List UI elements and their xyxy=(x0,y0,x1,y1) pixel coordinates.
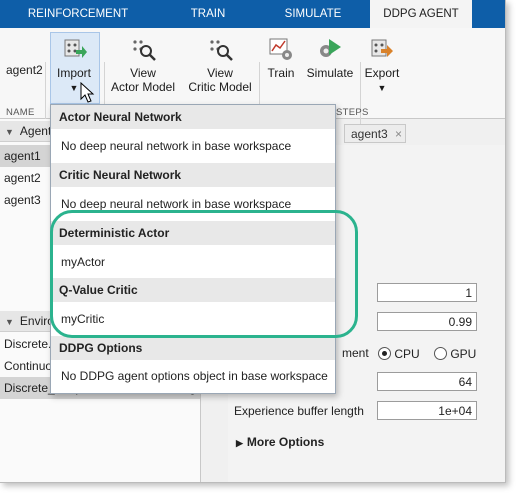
settings-field[interactable]: 1 xyxy=(377,283,477,302)
train-icon xyxy=(269,38,292,60)
train-label: Train xyxy=(267,66,295,80)
collapse-icon[interactable]: ▼ xyxy=(5,127,14,137)
cpu-radio[interactable]: CPU xyxy=(378,345,420,361)
radio-unselected-icon xyxy=(434,347,447,360)
menu-item[interactable]: No DDPG agent options object in base wor… xyxy=(51,360,335,392)
view-critic-model-button[interactable]: View Critic Model xyxy=(184,36,256,94)
menu-item[interactable]: No deep neural network in base workspace xyxy=(51,130,335,162)
compute-device-label: ment xyxy=(342,346,369,360)
gpu-radio[interactable]: GPU xyxy=(434,345,476,361)
tab-simulate[interactable]: SIMULATE xyxy=(260,0,366,28)
import-label: Import xyxy=(56,66,91,80)
tab-reinforcement-learning[interactable]: REINFORCEMENT LEARNING xyxy=(0,0,156,48)
more-options-toggle[interactable]: ▶ More Options xyxy=(236,435,324,449)
simulate-label: Simulate xyxy=(306,66,354,80)
export-button[interactable]: Export ▼ xyxy=(362,36,402,95)
radio-selected-icon xyxy=(378,347,391,360)
more-options-label: More Options xyxy=(246,435,325,449)
tab-bar: REINFORCEMENT LEARNING TRAIN SIMULATE DD… xyxy=(0,0,505,48)
cpu-label: CPU xyxy=(394,347,420,361)
settings-field[interactable]: 64 xyxy=(377,372,477,391)
highlight-annotation xyxy=(50,210,358,338)
view-network-icon xyxy=(133,40,156,61)
buffer-length-field[interactable]: 1e+04 xyxy=(377,401,477,420)
export-icon xyxy=(371,39,393,57)
tab-train[interactable]: TRAIN xyxy=(160,0,256,28)
chevron-down-icon: ▼ xyxy=(69,83,79,93)
expand-icon: ▶ xyxy=(236,438,243,448)
agent-name-label: agent2 xyxy=(6,63,43,77)
collapse-icon[interactable]: ▼ xyxy=(5,317,14,327)
view-actor-line1: View xyxy=(130,66,156,80)
view-network-icon xyxy=(210,40,233,61)
close-icon[interactable]: × xyxy=(395,127,402,141)
name-section-label: NAME xyxy=(6,107,35,118)
steps-section-label: STEPS xyxy=(336,107,369,118)
chevron-down-icon: ▼ xyxy=(377,83,387,93)
document-tab-label: agent3 xyxy=(351,127,388,141)
view-critic-line1: View xyxy=(207,66,233,80)
import-icon xyxy=(64,39,87,58)
menu-section-header: Actor Neural Network xyxy=(51,105,335,129)
view-critic-line2: Critic Model xyxy=(188,80,252,94)
export-label: Export xyxy=(364,66,400,80)
gpu-label: GPU xyxy=(450,347,477,361)
mouse-cursor-icon xyxy=(80,82,95,103)
simulate-button[interactable]: Simulate xyxy=(304,36,356,80)
settings-field[interactable]: 0.99 xyxy=(377,312,477,331)
view-actor-line2: Actor Model xyxy=(110,80,176,94)
app-window: REINFORCEMENT LEARNING TRAIN SIMULATE DD… xyxy=(0,0,506,483)
menu-section-header: Critic Neural Network xyxy=(51,163,335,187)
train-button[interactable]: Train xyxy=(262,36,300,80)
buffer-length-label: Experience buffer length xyxy=(234,404,364,418)
menu-section-header: DDPG Options xyxy=(51,336,335,360)
simulate-icon xyxy=(320,39,341,57)
document-tab-agent3[interactable]: agent3 × xyxy=(344,124,406,143)
tab-ddpg-agent[interactable]: DDPG AGENT xyxy=(370,0,472,28)
view-actor-model-button[interactable]: View Actor Model xyxy=(106,36,180,94)
